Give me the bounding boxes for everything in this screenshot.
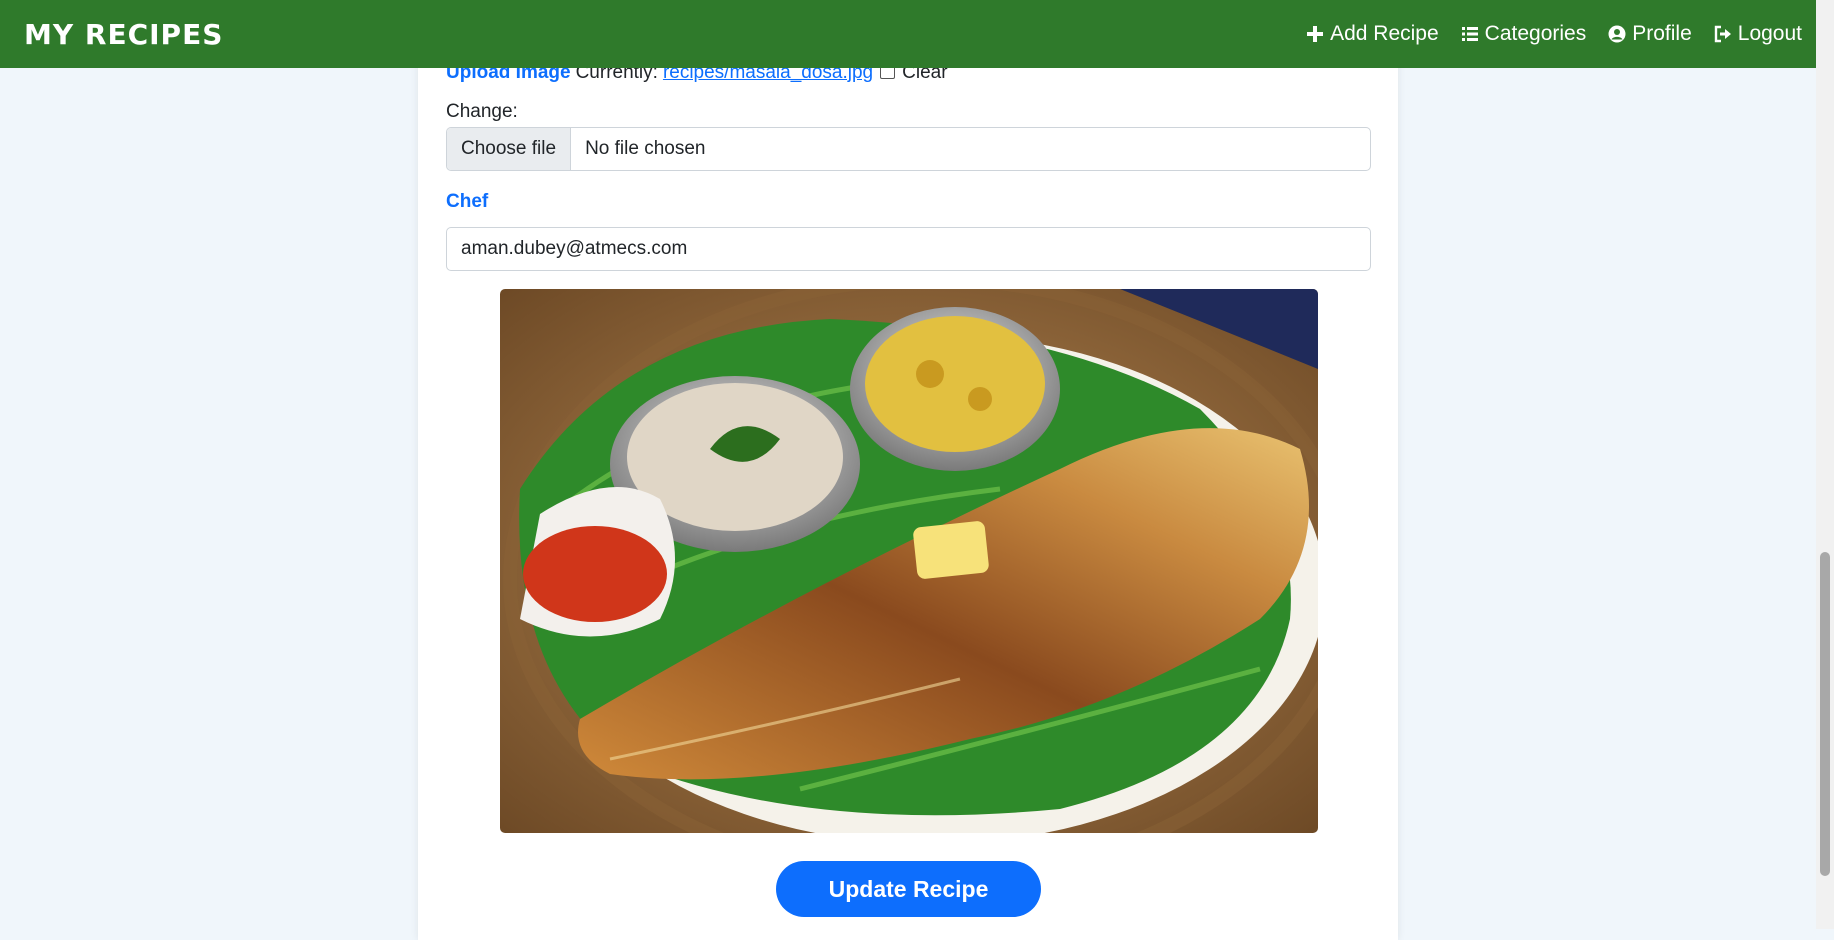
masala-dosa-photo [500, 289, 1318, 833]
nav-add-recipe[interactable]: Add Recipe [1306, 22, 1439, 46]
chef-input[interactable]: aman.dubey@atmecs.com [446, 227, 1371, 271]
nav-categories-label: Categories [1484, 22, 1587, 45]
list-icon [1461, 27, 1478, 41]
file-status-text: No file chosen [585, 138, 706, 159]
nav-logout[interactable]: Logout [1714, 22, 1802, 46]
user-circle-icon [1608, 25, 1626, 43]
nav-logout-label: Logout [1737, 22, 1802, 45]
page-scrollbar[interactable] [1816, 0, 1834, 929]
scrollbar-thumb[interactable] [1820, 552, 1830, 876]
nav-profile[interactable]: Profile [1608, 22, 1692, 46]
chef-label: Chef [446, 191, 489, 212]
nav-profile-label: Profile [1632, 22, 1692, 45]
nav-add-recipe-label: Add Recipe [1330, 22, 1439, 45]
nav-links: Add Recipe Categories Profile Logout [1306, 22, 1802, 46]
top-navbar: MY RECIPES Add Recipe Categories Profile… [0, 0, 1816, 68]
recipe-image [500, 289, 1318, 833]
logout-icon [1714, 25, 1731, 43]
nav-categories[interactable]: Categories [1461, 22, 1587, 46]
choose-file-button[interactable]: Choose file [447, 128, 572, 170]
brand-logo[interactable]: MY RECIPES [24, 18, 223, 51]
image-file-input[interactable]: Choose file No file chosen [446, 127, 1371, 171]
change-label: Change: [446, 101, 518, 122]
plus-icon [1307, 26, 1324, 42]
update-recipe-button[interactable]: Update Recipe [776, 861, 1041, 917]
